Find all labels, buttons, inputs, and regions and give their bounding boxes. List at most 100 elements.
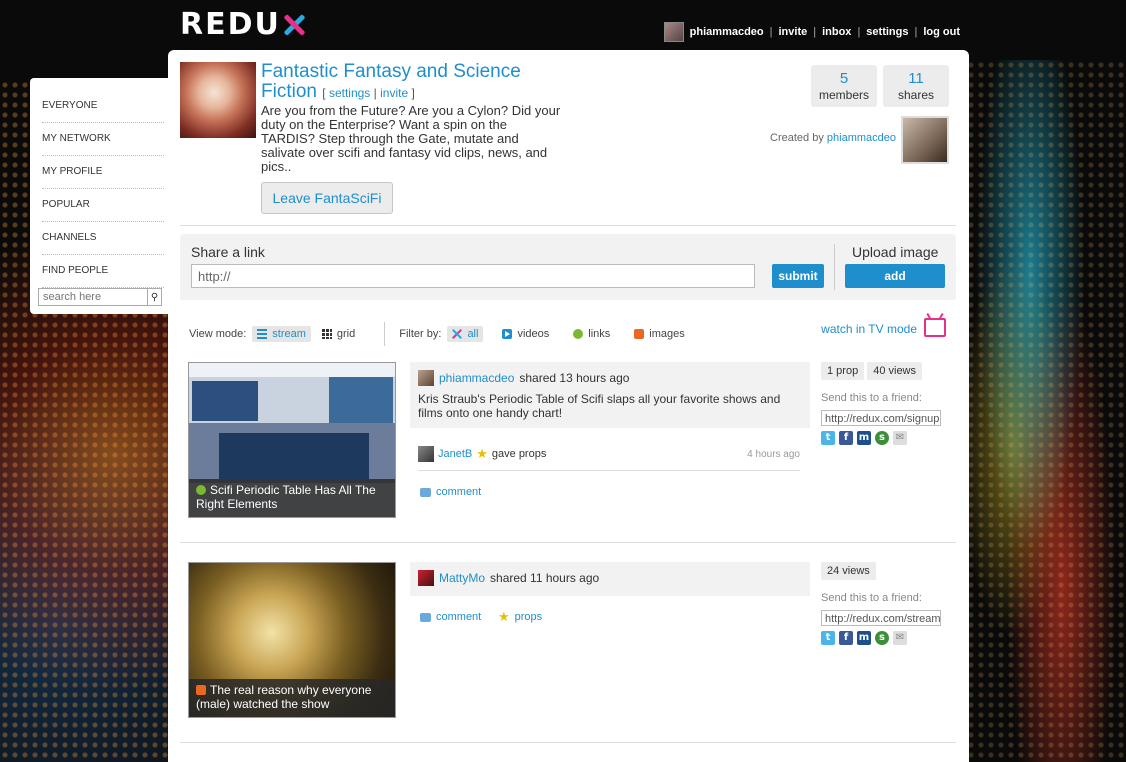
email-icon[interactable]: ✉ <box>893 631 907 645</box>
leave-group-button[interactable]: Leave FantaSciFi <box>261 182 393 214</box>
sidebar-item-popular[interactable]: POPULAR <box>42 189 164 222</box>
myspace-icon[interactable]: m <box>857 431 871 445</box>
facebook-icon[interactable]: f <box>839 431 853 445</box>
sidebar-item-everyone[interactable]: EVERYONE <box>42 90 164 123</box>
filter-label: Filter by: <box>399 328 442 340</box>
comment-button[interactable]: comment <box>420 486 481 498</box>
redux-logo[interactable]: REDU <box>180 10 307 40</box>
filter-links-option[interactable]: links <box>568 326 615 342</box>
search-input[interactable] <box>39 289 147 305</box>
post-side-panel: 24 views Send this to a friend: http://r… <box>821 562 947 645</box>
comment-icon <box>420 487 431 497</box>
created-by: Created by phiammacdeo <box>770 132 896 144</box>
post-user-link[interactable]: phiammacdeo <box>439 371 514 385</box>
group-invite-link[interactable]: invite <box>380 86 408 100</box>
stumbleupon-icon[interactable]: s <box>875 431 889 445</box>
sidebar-item-my-network[interactable]: MY NETWORK <box>42 123 164 156</box>
myspace-icon[interactable]: m <box>857 631 871 645</box>
view-filter-bar: View mode: stream grid Filter by: all vi… <box>189 322 690 346</box>
props-button[interactable]: ★ props <box>498 609 542 625</box>
sidebar: EVERYONE MY NETWORK MY PROFILE POPULAR C… <box>30 78 168 314</box>
social-share-icons: t f m s ✉ <box>821 431 947 445</box>
grid-icon <box>321 329 332 339</box>
user-avatar[interactable] <box>663 22 684 42</box>
post-user-link[interactable]: MattyMo <box>439 571 485 585</box>
star-icon: ★ <box>476 446 488 461</box>
username-link[interactable]: phiammacdeo <box>690 26 764 38</box>
inbox-link[interactable]: inbox <box>822 26 851 38</box>
email-icon[interactable]: ✉ <box>893 431 907 445</box>
tv-mode-link[interactable]: watch in TV mode <box>821 322 917 336</box>
avatar[interactable] <box>418 570 434 586</box>
upload-image-label: Upload image <box>852 244 939 260</box>
view-stream-option[interactable]: stream <box>252 326 311 342</box>
sidebar-search: ⚲ <box>38 288 162 306</box>
view-grid-option[interactable]: grid <box>317 326 360 342</box>
comment-icon <box>420 612 431 622</box>
link-icon <box>573 329 584 339</box>
social-share-icons: t f m s ✉ <box>821 631 947 645</box>
add-image-button[interactable]: add <box>845 264 945 288</box>
props-count: 1 prop <box>821 362 865 380</box>
filter-images-option[interactable]: images <box>629 326 689 342</box>
divider <box>180 225 956 226</box>
post-header: phiammacdeo shared 13 hours ago Kris Str… <box>410 362 810 428</box>
view-mode-label: View mode: <box>189 328 247 340</box>
share-link-input[interactable] <box>191 264 755 288</box>
user-nav: phiammacdeo | invite | inbox | settings … <box>663 22 960 42</box>
background-decoration-right <box>966 60 1126 762</box>
creator-avatar[interactable] <box>901 116 949 164</box>
image-icon <box>634 329 645 339</box>
filter-videos-option[interactable]: videos <box>497 326 554 342</box>
invite-link[interactable]: invite <box>779 26 808 38</box>
sidebar-item-channels[interactable]: CHANNELS <box>42 222 164 255</box>
members-stat[interactable]: 5 members <box>811 65 877 107</box>
share-url-field[interactable]: http://redux.com/stream <box>821 610 941 626</box>
props-time: 4 hours ago <box>747 448 800 460</box>
search-icon[interactable]: ⚲ <box>147 289 161 305</box>
group-image[interactable] <box>180 62 256 138</box>
group-settings-link[interactable]: settings <box>329 86 370 100</box>
share-url-field[interactable]: http://redux.com/signup <box>821 410 941 426</box>
divider <box>180 542 956 543</box>
twitter-icon[interactable]: t <box>821 431 835 445</box>
logo-x-icon <box>281 12 307 38</box>
group-description: Are you from the Future? Are you a Cylon… <box>261 103 561 174</box>
views-count: 24 views <box>821 562 876 580</box>
sidebar-item-my-profile[interactable]: MY PROFILE <box>42 156 164 189</box>
post-thumbnail[interactable]: The real reason why everyone (male) watc… <box>188 562 396 718</box>
thumbnail-caption: Scifi Periodic Table Has All The Right E… <box>189 479 395 517</box>
logout-link[interactable]: log out <box>923 26 960 38</box>
facebook-icon[interactable]: f <box>839 631 853 645</box>
send-to-friend-label: Send this to a friend: <box>821 392 922 404</box>
star-icon: ★ <box>498 609 510 624</box>
divider <box>180 742 956 743</box>
divider <box>384 322 386 346</box>
image-icon <box>196 685 206 695</box>
post-thumbnail[interactable]: Scifi Periodic Table Has All The Right E… <box>188 362 396 518</box>
creator-link[interactable]: phiammacdeo <box>827 132 896 144</box>
twitter-icon[interactable]: t <box>821 631 835 645</box>
sidebar-item-find-people[interactable]: FIND PEOPLE <box>42 255 164 288</box>
group-title: Fantastic Fantasy and Science Fiction [ … <box>261 61 521 102</box>
avatar[interactable] <box>418 446 434 462</box>
thumbnail-caption: The real reason why everyone (male) watc… <box>189 679 395 717</box>
post-text: Kris Straub's Periodic Table of Scifi sl… <box>418 392 781 420</box>
avatar[interactable] <box>418 370 434 386</box>
all-icon <box>452 329 463 339</box>
share-link-label: Share a link <box>191 244 265 260</box>
share-box: Share a link submit Upload image add <box>180 234 956 300</box>
main-panel: Fantastic Fantasy and Science Fiction [ … <box>168 50 969 762</box>
submit-button[interactable]: submit <box>772 264 824 288</box>
views-count: 40 views <box>867 362 922 380</box>
link-icon <box>196 485 206 495</box>
video-icon <box>502 329 513 339</box>
filter-all-option[interactable]: all <box>447 326 484 342</box>
shares-stat[interactable]: 11 shares <box>883 65 949 107</box>
props-user-link[interactable]: JanetB <box>438 448 472 460</box>
comment-button[interactable]: comment <box>420 611 481 623</box>
send-to-friend-label: Send this to a friend: <box>821 592 922 604</box>
stumbleupon-icon[interactable]: s <box>875 631 889 645</box>
settings-link[interactable]: settings <box>866 26 908 38</box>
tv-icon[interactable] <box>924 318 946 337</box>
